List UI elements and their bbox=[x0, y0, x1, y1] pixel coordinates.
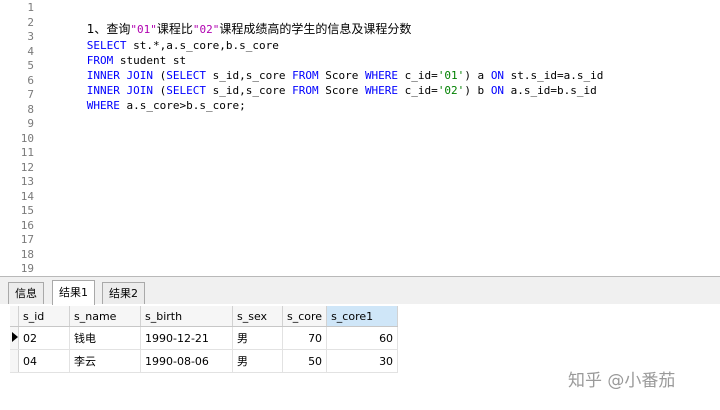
sql-string: '02' bbox=[437, 84, 465, 97]
fold-margin bbox=[40, 0, 45, 276]
table-cell[interactable]: 男 bbox=[232, 326, 283, 350]
line-number: 11 bbox=[20, 146, 34, 159]
line-number: 4 bbox=[27, 44, 34, 58]
sql-text: a.s_id=b.s_id bbox=[504, 84, 597, 97]
sql-text: a.s_core>b.s_core; bbox=[119, 99, 246, 112]
table-cell[interactable]: 1990-12-21 bbox=[140, 326, 233, 350]
line-number: 2 bbox=[27, 15, 34, 29]
table-cell[interactable]: 60 bbox=[326, 326, 399, 350]
column-header[interactable]: s_name bbox=[69, 306, 141, 327]
table-cell[interactable]: 02 bbox=[18, 326, 70, 350]
code-line-join-a[interactable]: INNER JOIN (SELECT s_id,s_core FROM Scor… bbox=[47, 53, 604, 82]
result-grid[interactable]: s_id s_name s_birth s_sex s_core s_core1… bbox=[10, 306, 399, 373]
code-line-from[interactable]: FROM student st bbox=[47, 38, 186, 67]
result-tab-bar: 信息 结果1 结果2 bbox=[0, 276, 720, 305]
code-line-select[interactable]: SELECT st.*,a.s_core,b.s_core bbox=[47, 23, 279, 52]
row-selector-header[interactable] bbox=[10, 306, 19, 327]
column-header[interactable]: s_birth bbox=[140, 306, 233, 327]
table-row[interactable]: 02 钱电 1990-12-21 男 70 60 bbox=[10, 326, 399, 350]
line-number: 13 bbox=[20, 175, 34, 188]
line-number: 8 bbox=[27, 102, 34, 116]
table-cell[interactable]: 70 bbox=[282, 326, 328, 350]
row-selector[interactable] bbox=[10, 349, 19, 373]
row-selector[interactable] bbox=[10, 326, 19, 350]
sql-keyword: WHERE bbox=[364, 84, 399, 97]
table-cell[interactable]: 50 bbox=[282, 349, 328, 373]
line-number: 6 bbox=[27, 73, 34, 87]
table-cell[interactable]: 钱电 bbox=[69, 326, 141, 350]
line-number: 10 bbox=[20, 131, 34, 145]
grid-header-row: s_id s_name s_birth s_sex s_core s_core1 bbox=[10, 306, 399, 327]
line-number: 3 bbox=[27, 30, 34, 43]
table-cell[interactable]: 男 bbox=[232, 349, 283, 373]
column-header[interactable]: s_sex bbox=[232, 306, 283, 327]
line-number: 18 bbox=[20, 247, 34, 261]
tab-result-2[interactable]: 结果2 bbox=[102, 282, 145, 304]
line-number: 19 bbox=[20, 262, 34, 275]
sql-editor[interactable]: 1 2 3 4 5 6 7 8 9 10 11 12 13 14 15 16 1… bbox=[0, 0, 720, 276]
tab-result-1[interactable]: 结果1 bbox=[52, 280, 95, 305]
sql-text: ) b bbox=[464, 84, 491, 97]
line-number: 16 bbox=[20, 218, 34, 232]
line-number: 14 bbox=[20, 189, 34, 203]
column-header[interactable]: s_core bbox=[282, 306, 328, 327]
line-number: 12 bbox=[20, 160, 34, 174]
table-row[interactable]: 04 李云 1990-08-06 男 50 30 bbox=[10, 349, 399, 373]
table-cell[interactable]: 04 bbox=[18, 349, 70, 373]
sql-keyword: FROM bbox=[292, 84, 319, 97]
result-grid-panel: s_id s_name s_birth s_sex s_core s_core1… bbox=[0, 304, 720, 410]
sql-text: c_id= bbox=[398, 84, 438, 97]
line-number: 1 bbox=[27, 1, 34, 14]
tab-info[interactable]: 信息 bbox=[8, 282, 44, 304]
column-header-selected[interactable]: s_core1 bbox=[326, 306, 399, 327]
code-line-where[interactable]: WHERE a.s_core>b.s_core; bbox=[47, 83, 246, 112]
line-number: 9 bbox=[27, 117, 34, 130]
column-header[interactable]: s_id bbox=[18, 306, 70, 327]
current-row-pointer-icon bbox=[12, 331, 18, 342]
table-cell[interactable]: 李云 bbox=[69, 349, 141, 373]
table-cell[interactable]: 30 bbox=[326, 349, 399, 373]
line-number: 5 bbox=[27, 59, 34, 72]
code-line-comment[interactable]: 1、查询"01"课程比"02"课程成绩高的学生的信息及课程分数 bbox=[47, 7, 412, 36]
line-number-gutter: 1 2 3 4 5 6 7 8 9 10 11 12 13 14 15 16 1… bbox=[0, 0, 41, 276]
line-number: 17 bbox=[20, 233, 34, 246]
line-number: 7 bbox=[27, 88, 34, 101]
code-line-join-b[interactable]: INNER JOIN (SELECT s_id,s_core FROM Scor… bbox=[47, 68, 597, 97]
sql-keyword: ON bbox=[490, 84, 505, 97]
line-number: 15 bbox=[20, 204, 34, 217]
watermark: 知乎 @小番茄 bbox=[568, 371, 676, 391]
sql-text: Score bbox=[318, 84, 365, 97]
table-cell[interactable]: 1990-08-06 bbox=[140, 349, 233, 373]
sql-keyword: WHERE bbox=[86, 99, 120, 112]
